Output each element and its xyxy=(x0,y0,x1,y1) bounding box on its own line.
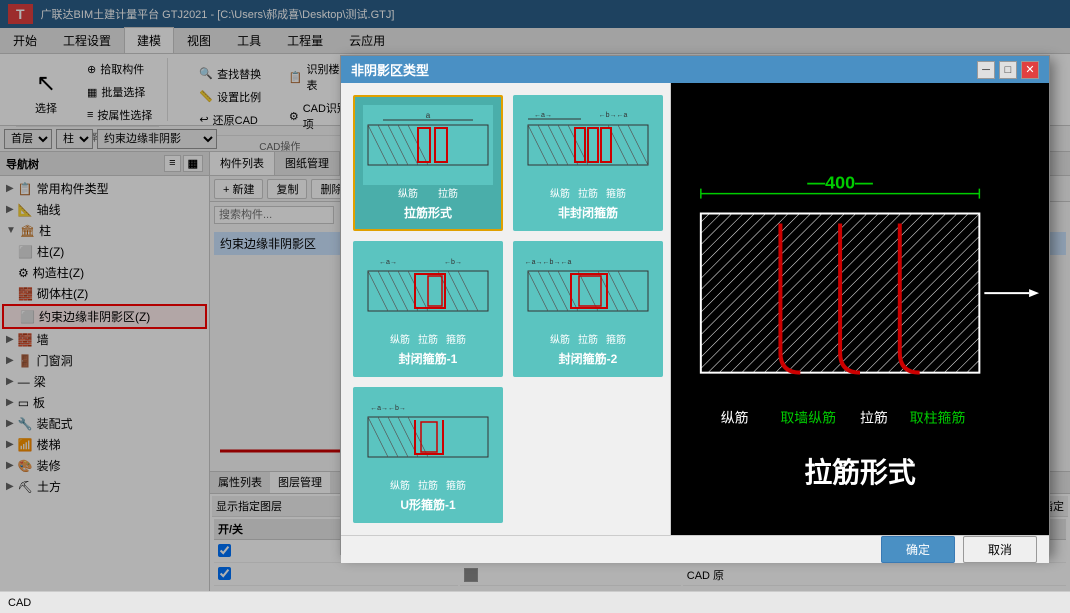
svg-text:拉筋形式: 拉筋形式 xyxy=(804,456,916,488)
fengbi-sub-0: 纵筋 xyxy=(550,185,570,200)
fengbi2-sublabels: 纵筋 拉筋 箍筋 xyxy=(550,331,626,346)
uxing-label: U形箍筋-1 xyxy=(400,496,455,513)
svg-text:纵筋: 纵筋 xyxy=(721,409,749,425)
svg-text:取墙纵筋: 取墙纵筋 xyxy=(780,409,836,425)
type-card-img-lajin: a xyxy=(363,105,493,185)
cancel-button[interactable]: 取消 xyxy=(963,536,1037,563)
preview-svg: —400— 纵筋 取墙纵筋 拉筋 取柱箍筋 xyxy=(671,83,1049,535)
svg-text:←a→←b→←a: ←a→←b→←a xyxy=(525,259,572,266)
fengbi-sub-2: 箍筋 xyxy=(606,185,626,200)
type-card-fengbi2[interactable]: ←a→←b→←a 纵筋 拉筋 箍筋 封闭箍筋-2 xyxy=(513,241,663,377)
status-bar: CAD xyxy=(0,591,1070,613)
svg-text:←b→: ←b→ xyxy=(444,259,462,266)
type-card-fengbi1[interactable]: ←a→ ←b→ 纵筋 拉筋 箍筋 封闭箍筋-1 xyxy=(353,241,503,377)
fengbi2-label: 封闭箍筋-2 xyxy=(559,350,618,367)
fengbi1-svg: ←a→ ←b→ xyxy=(363,256,493,326)
uxing-sub-1: 拉筋 xyxy=(418,477,438,492)
fengbi-svg: ←a→ ←b→←a xyxy=(523,110,653,180)
type-card-img-fengbi1: ←a→ ←b→ xyxy=(363,251,493,331)
fengbi1-label: 封闭箍筋-1 xyxy=(399,350,458,367)
fengbi2-svg: ←a→←b→←a xyxy=(523,256,653,326)
cad-status: CAD xyxy=(8,597,31,609)
svg-text:—400—: —400— xyxy=(807,173,873,193)
dialog-controls: ─ □ ✕ xyxy=(977,61,1039,79)
fengbi1-sub-2: 箍筋 xyxy=(446,331,466,346)
uxing-sub-2: 箍筋 xyxy=(446,477,466,492)
lajin-sublabels: 纵筋 拉筋 xyxy=(398,185,458,200)
minimize-button[interactable]: ─ xyxy=(977,61,995,79)
dialog-body: a 纵筋 拉筋 拉筋形式 xyxy=(341,83,1049,535)
fengbi-label: 非封闭箍筋 xyxy=(558,204,618,221)
fengbi2-sub-2: 箍筋 xyxy=(606,331,626,346)
lajin-sub-1: 拉筋 xyxy=(438,185,458,200)
type-card-img-fengbi: ←a→ ←b→←a xyxy=(523,105,653,185)
type-card-fengbi[interactable]: ←a→ ←b→←a 纵筋 拉筋 箍筋 非封闭箍筋 xyxy=(513,95,663,231)
svg-text:←a→: ←a→ xyxy=(534,112,552,119)
type-card-uxing[interactable]: ←a→←b→ 纵筋 拉筋 箍筋 U形箍筋-1 xyxy=(353,387,503,523)
uxing-svg: ←a→←b→ xyxy=(363,402,493,472)
fengbi2-sub-0: 纵筋 xyxy=(550,331,570,346)
fengbi1-sub-0: 纵筋 xyxy=(390,331,410,346)
uxing-sublabels: 纵筋 拉筋 箍筋 xyxy=(390,477,466,492)
type-card-lajin[interactable]: a 纵筋 拉筋 拉筋形式 xyxy=(353,95,503,231)
dialog-header: 非阴影区类型 ─ □ ✕ xyxy=(341,56,1049,83)
svg-text:←a→←b→: ←a→←b→ xyxy=(370,405,406,412)
type-card-img-fengbi2: ←a→←b→←a xyxy=(523,251,653,331)
close-button[interactable]: ✕ xyxy=(1021,61,1039,79)
fengbi-sub-1: 拉筋 xyxy=(578,185,598,200)
type-card-img-uxing: ←a→←b→ xyxy=(363,397,493,477)
fengbi1-sub-1: 拉筋 xyxy=(418,331,438,346)
confirm-button[interactable]: 确定 xyxy=(881,536,955,563)
svg-text:←b→←a: ←b→←a xyxy=(599,112,628,119)
lajin-label: 拉筋形式 xyxy=(404,204,452,221)
fengbi1-sublabels: 纵筋 拉筋 箍筋 xyxy=(390,331,466,346)
svg-text:取柱箍筋: 取柱箍筋 xyxy=(910,409,966,425)
lajin-sub-0: 纵筋 xyxy=(398,185,418,200)
shadow-zone-dialog: 非阴影区类型 ─ □ ✕ xyxy=(340,55,1050,555)
svg-text:拉筋: 拉筋 xyxy=(860,409,888,425)
restore-button[interactable]: □ xyxy=(999,61,1017,79)
dialog-footer: 确定 取消 xyxy=(341,535,1049,563)
svg-text:a: a xyxy=(426,111,431,120)
dialog-title: 非阴影区类型 xyxy=(351,60,429,79)
fengbi2-sub-1: 拉筋 xyxy=(578,331,598,346)
preview-panel: —400— 纵筋 取墙纵筋 拉筋 取柱箍筋 xyxy=(671,83,1049,535)
fengbi-sublabels: 纵筋 拉筋 箍筋 xyxy=(550,185,626,200)
lajin-svg: a xyxy=(363,110,493,180)
svg-text:←a→: ←a→ xyxy=(379,259,397,266)
uxing-sub-0: 纵筋 xyxy=(390,477,410,492)
type-selection-panel: a 纵筋 拉筋 拉筋形式 xyxy=(341,83,671,535)
